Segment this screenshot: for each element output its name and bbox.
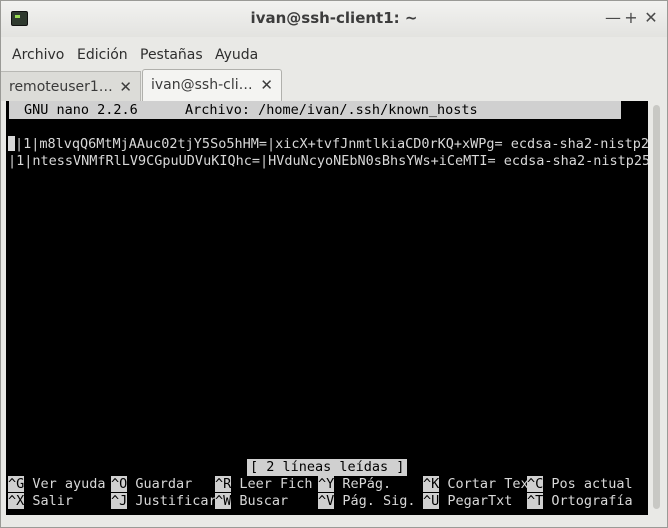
- file-line-text: |1|m8lvqQ6MtMjAAuc02tjY5So5hHM=|xicX+tvf…: [15, 136, 648, 152]
- shortcut-cortar-tex: ^K Cortar Tex: [423, 476, 529, 493]
- shortcut-label: Pág. Sig.: [334, 493, 416, 509]
- menu-pestanas[interactable]: Pestañas: [140, 43, 203, 67]
- nano-header: GNU nano 2.2.6 Archivo: /home/ivan/.ssh/…: [9, 101, 621, 119]
- file-line-2: |1|ntessVNMfRlLV9CGpuUDVuKIQhc=|HVduNcyo…: [8, 153, 648, 169]
- terminal-area[interactable]: GNU nano 2.2.6 Archivo: /home/ivan/.ssh/…: [6, 101, 648, 515]
- terminal-window: ivan@ssh-client1: ~ — + ✕ Archivo Edició…: [0, 0, 668, 528]
- shortcut-label: PegarTxt: [439, 493, 513, 509]
- shortcut-leer-fich: ^R Leer Fich: [215, 476, 313, 493]
- tab-remoteuser[interactable]: remoteuser1… ✕: [1, 71, 141, 101]
- menu-archivo[interactable]: Archivo: [12, 43, 64, 67]
- shortcut-repag: ^Y RePág.: [318, 476, 391, 493]
- shortcut-justificar: ^J Justificar: [111, 493, 217, 510]
- tab-label: remoteuser1…: [9, 79, 113, 95]
- terminal-scrollbar[interactable]: [650, 101, 664, 515]
- shortcut-key: ^G: [8, 476, 25, 492]
- shortcut-key: ^K: [423, 476, 440, 492]
- shortcut-pegartxt: ^U PegarTxt: [423, 493, 512, 510]
- shortcut-buscar: ^W Buscar: [215, 493, 288, 510]
- shortcut-label: Buscar: [231, 493, 289, 509]
- shortcut-ortografia: ^T Ortografía: [527, 493, 633, 510]
- tab-ivan[interactable]: ivan@ssh-cli… ✕: [142, 69, 282, 101]
- scrollbar-thumb[interactable]: [653, 105, 660, 509]
- shortcut-label: Ortografía: [543, 493, 633, 509]
- shortcut-key: ^Y: [318, 476, 335, 492]
- shortcut-guardar: ^O Guardar: [111, 476, 192, 493]
- shortcut-key: ^W: [215, 493, 232, 509]
- close-icon[interactable]: ✕: [641, 7, 661, 29]
- shortcut-salir: ^X Salir: [8, 493, 73, 510]
- shortcut-label: Pos actual: [543, 476, 633, 492]
- tab-bar: remoteuser1… ✕ ivan@ssh-cli… ✕: [1, 67, 667, 101]
- shortcut-key: ^J: [111, 493, 128, 509]
- file-line-1: |1|m8lvqQ6MtMjAAuc02tjY5So5hHM=|xicX+tvf…: [8, 136, 648, 153]
- shortcut-key: ^U: [423, 493, 440, 509]
- tab-close-icon[interactable]: ✕: [260, 70, 273, 100]
- window-title: ivan@ssh-client1: ~: [250, 9, 418, 27]
- shortcut-label: Salir: [24, 493, 74, 509]
- menu-ayuda[interactable]: Ayuda: [215, 43, 258, 67]
- shortcut-label: Guardar: [127, 476, 193, 492]
- shortcut-label: Leer Fich: [231, 476, 313, 492]
- menu-edicion[interactable]: Edición: [77, 43, 128, 67]
- shortcut-key: ^T: [527, 493, 544, 509]
- minimize-icon[interactable]: —: [603, 7, 623, 29]
- shortcut-label: Justificar: [127, 493, 217, 509]
- shortcut-pos-actual: ^C Pos actual: [527, 476, 633, 493]
- shortcut-key: ^X: [8, 493, 25, 509]
- shortcut-key: ^O: [111, 476, 128, 492]
- shortcut-label: RePág.: [334, 476, 392, 492]
- shortcut-key: ^C: [527, 476, 544, 492]
- title-bar[interactable]: ivan@ssh-client1: ~ — + ✕: [1, 1, 667, 37]
- menu-bar: Archivo Edición Pestañas Ayuda: [1, 43, 667, 67]
- text-cursor: [8, 136, 15, 151]
- maximize-icon[interactable]: +: [621, 7, 641, 29]
- tab-label: ivan@ssh-cli…: [151, 77, 253, 93]
- shortcut-pag-sig: ^V Pág. Sig.: [318, 493, 416, 510]
- shortcut-label: Ver ayuda: [24, 476, 106, 492]
- shortcut-label: Cortar Tex: [439, 476, 529, 492]
- shortcut-key: ^V: [318, 493, 335, 509]
- tab-close-icon[interactable]: ✕: [119, 72, 132, 102]
- shortcut-ver-ayuda: ^G Ver ayuda: [8, 476, 106, 493]
- nano-version: GNU nano 2.2.6: [24, 102, 138, 118]
- nano-file-label: Archivo: /home/ivan/.ssh/known_hosts: [185, 102, 478, 118]
- shortcut-key: ^R: [215, 476, 232, 492]
- status-message: [ 2 líneas leídas ]: [247, 459, 408, 476]
